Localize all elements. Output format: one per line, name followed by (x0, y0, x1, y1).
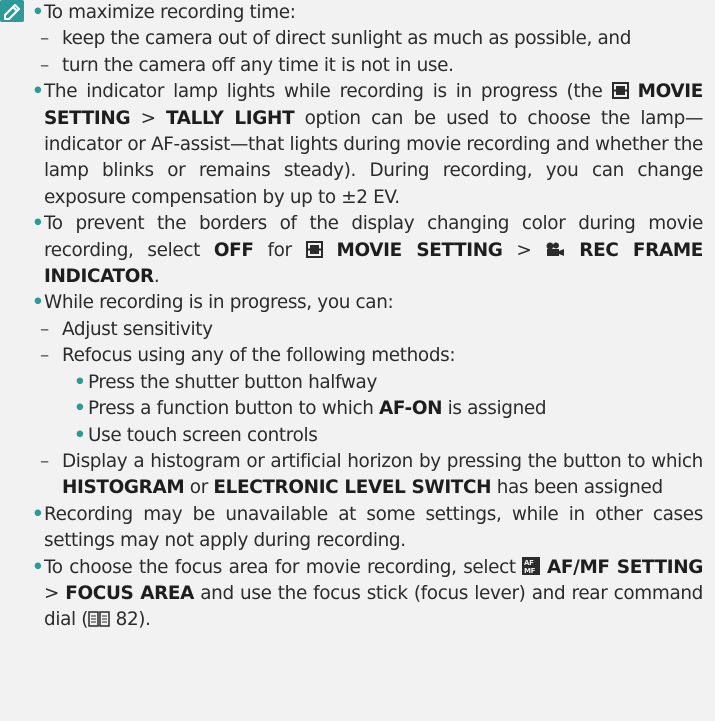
off-label: OFF (213, 239, 254, 261)
sub-item-text: turn the camera off any time it is not i… (62, 54, 454, 76)
bullet-text: . (153, 266, 160, 288)
sub-item-text: or (184, 477, 214, 499)
bullet-indicator-lamp: • The indicator lamp lights while recordi… (32, 81, 704, 208)
sub-item-histogram: – Display a histogram or artificial horiz… (40, 450, 703, 499)
method-text: is assigned (442, 398, 547, 420)
method-text: Use touch screen controls (88, 424, 318, 446)
movie-setting-menu-icon (305, 240, 323, 258)
sub-item-turn-off: – turn the camera off any time it is not … (40, 54, 454, 76)
bullet-text: for (253, 239, 306, 261)
method-text: Press a function button to which (88, 398, 380, 420)
sub-item-text: Adjust sensitivity (62, 318, 213, 340)
af-mf-setting-label: AF/MF SETTING (547, 556, 703, 578)
movie-setting-menu-icon (611, 82, 629, 100)
sub-item-sensitivity: – Adjust sensitivity (40, 318, 213, 340)
bullet-recording-unavailable: • Recording may be unavailable at some se… (32, 503, 703, 552)
bullet-text: To choose the focus area for movie recor… (44, 556, 523, 578)
sub-item-sunlight: – keep the camera out of direct sunlight … (40, 28, 632, 50)
menu-separator: > (130, 107, 167, 129)
bullet-text: While recording is in progress, you can: (44, 292, 394, 314)
sub-item-text: keep the camera out of direct sunlight a… (62, 28, 632, 50)
electronic-level-switch-label: ELECTRONIC LEVEL SWITCH (213, 477, 492, 499)
bullet-text: The indicator lamp lights while recordin… (44, 81, 612, 103)
bullet-focus-area: • To choose the focus area for movie reco… (32, 556, 703, 631)
bullet-while-recording: • While recording is in progress, you can… (32, 292, 394, 314)
bullet-text: ). (138, 609, 151, 631)
note-content: • To maximize recording time: – keep the c… (32, 0, 703, 634)
movie-setting-label: MOVIE SETTING (336, 239, 503, 261)
svg-text:MF: MF (524, 567, 536, 575)
book-reference-icon (88, 611, 110, 628)
histogram-label: HISTOGRAM (62, 477, 185, 499)
af-on-label: AF-ON (379, 398, 443, 420)
page-reference-link[interactable]: 82 (116, 609, 139, 630)
camera-manual-note-page: • To maximize recording time: – keep the c… (0, 0, 715, 721)
movie-camera-icon (546, 242, 565, 256)
focus-area-label: FOCUS AREA (65, 582, 195, 604)
method-shutter-halfway: • Press the shutter button halfway (74, 371, 377, 393)
sub-item-text: Refocus using any of the following metho… (62, 345, 456, 367)
note-pencil-icon (0, 0, 24, 22)
sub-item-text: Display a histogram or artificial horizo… (62, 450, 703, 472)
sub-item-refocus: – Refocus using any of the following meth… (40, 345, 456, 367)
method-function-button: • Press a function button to which AF-ON … (74, 398, 547, 420)
method-text: Press the shutter button halfway (88, 371, 377, 393)
bullet-text: Recording may be unavailable at some set… (44, 503, 703, 552)
menu-separator: > (502, 239, 546, 261)
method-touch-screen: • Use touch screen controls (74, 424, 318, 446)
sub-item-text: has been assigned (491, 477, 663, 499)
bullet-display-borders: • To prevent the borders of the display c… (32, 213, 703, 288)
tally-light-label: TALLY LIGHT (166, 107, 295, 129)
af-mf-menu-icon: AFMF (522, 556, 541, 575)
bullet-maximize-recording-time: • To maximize recording time: (32, 2, 296, 23)
svg-text:AF: AF (524, 559, 534, 567)
bullet-text: To maximize recording time: (44, 2, 296, 23)
menu-separator: > (44, 582, 66, 604)
